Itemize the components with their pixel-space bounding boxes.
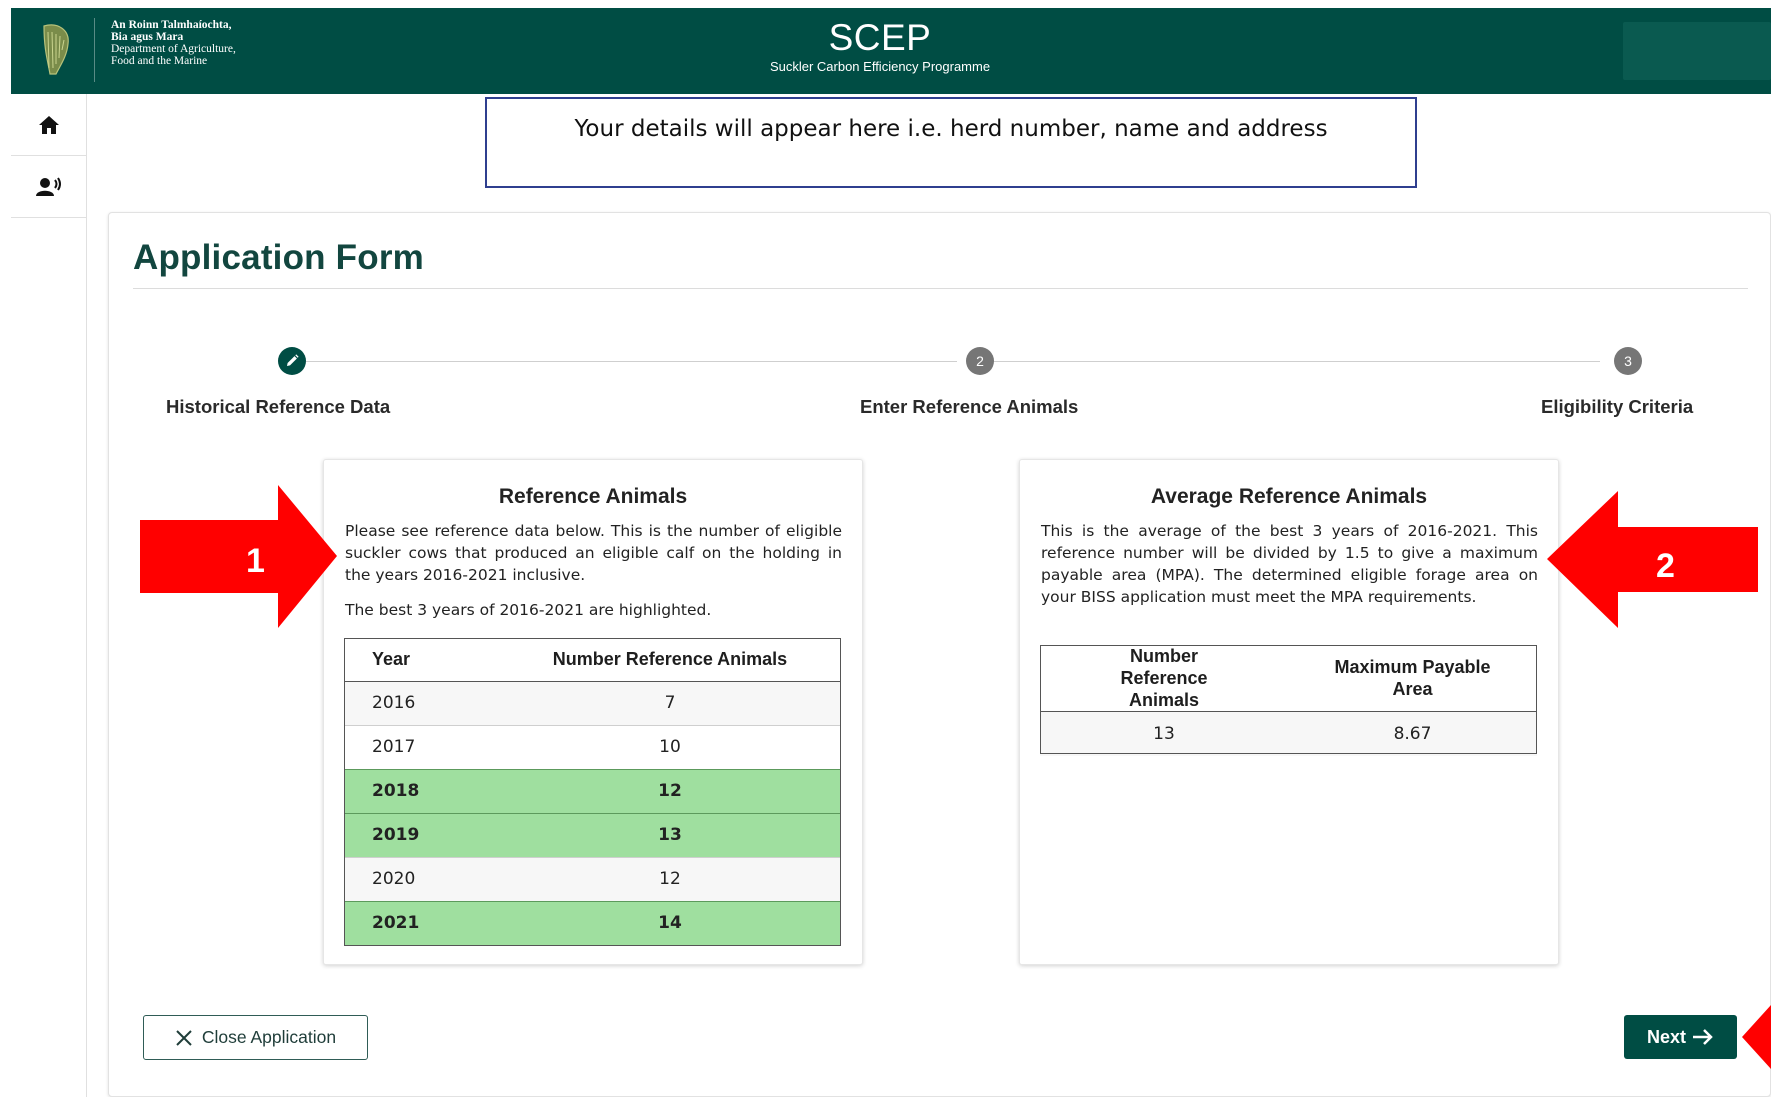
table-header-row: Year Number Reference Animals — [344, 638, 841, 682]
annotation-arrow-left — [1547, 491, 1758, 628]
table-row: 2020 12 — [344, 856, 841, 901]
annotation-arrow-partial — [1742, 1005, 1771, 1069]
column-header-year: Year — [344, 638, 499, 682]
value-cell: 13 — [499, 812, 841, 857]
speaking-person-icon — [35, 176, 61, 196]
app-title: SCEP — [828, 17, 932, 58]
app-subtitle: Suckler Carbon Efficiency Programme — [769, 59, 991, 74]
annotation-number-1: 1 — [246, 542, 265, 580]
next-button[interactable]: Next — [1624, 1015, 1737, 1059]
side-rail — [11, 94, 87, 1097]
arrow-right-icon — [1693, 1029, 1713, 1045]
close-button-label: Close Application — [201, 1027, 337, 1047]
year-cell: 2017 — [344, 724, 499, 769]
stepper-connector — [991, 361, 1600, 362]
step-2-marker[interactable]: 2 — [966, 347, 994, 375]
reference-panel-title: Reference Animals — [498, 485, 688, 508]
annotation-number-2: 2 — [1656, 547, 1675, 585]
column-header-mpa: Maximum Payable Area — [1288, 645, 1537, 712]
next-button-label: Next — [1646, 1026, 1686, 1047]
reference-panel-description: Please see reference data below. This is… — [345, 522, 842, 584]
app-header: An Roinn Talmhaíochta, Bia agus Mara Dep… — [11, 8, 1771, 94]
value-cell: 10 — [499, 724, 841, 769]
table-row-highlighted: 2018 12 — [344, 768, 841, 813]
value-cell: 7 — [499, 680, 841, 725]
average-panel-description: This is the average of the best 3 years … — [1041, 522, 1538, 606]
page-title: Application Form — [133, 238, 424, 277]
column-header-number: Number Reference Animals — [499, 638, 841, 682]
header-user-area[interactable] — [1623, 22, 1771, 80]
mpa-cell: 8.67 — [1288, 711, 1537, 756]
table-row-highlighted: 2021 14 — [344, 900, 841, 945]
home-icon — [38, 115, 59, 134]
step-3-marker[interactable]: 3 — [1614, 347, 1642, 375]
annotation-arrow-right — [140, 485, 337, 628]
close-application-button[interactable]: Close Application — [143, 1015, 368, 1060]
reference-animals-table: Year Number Reference Animals 2016 7 201… — [344, 638, 841, 945]
table-header-row: Number Reference Animals Maximum Payable… — [1040, 645, 1537, 712]
rail-home-button[interactable] — [11, 94, 86, 156]
year-cell: 2021 — [344, 900, 499, 945]
animals-cell: 13 — [1040, 711, 1288, 756]
rail-accessibility-button[interactable] — [11, 156, 86, 218]
column-header-animals: Number Reference Animals — [1040, 645, 1288, 712]
table-row: 13 8.67 — [1040, 711, 1537, 756]
close-icon — [176, 1029, 192, 1046]
applicant-details-placeholder: Your details will appear here i.e. herd … — [485, 97, 1417, 188]
year-cell: 2020 — [344, 856, 499, 901]
year-cell: 2019 — [344, 812, 499, 857]
value-cell: 12 — [499, 768, 841, 813]
year-cell: 2016 — [344, 680, 499, 725]
table-row: 2016 7 — [344, 680, 841, 725]
reference-panel-note: The best 3 years of 2016-2021 are highli… — [345, 601, 712, 619]
title-divider — [133, 288, 1748, 289]
table-row-highlighted: 2019 13 — [344, 812, 841, 857]
year-cell: 2018 — [344, 768, 499, 813]
stepper-connector — [306, 361, 957, 362]
value-cell: 14 — [499, 900, 841, 945]
table-row: 2017 10 — [344, 724, 841, 769]
step-2-label[interactable]: Enter Reference Animals — [860, 396, 1078, 418]
step-1-marker[interactable] — [278, 347, 306, 375]
average-panel-title: Average Reference Animals — [1150, 485, 1428, 508]
average-reference-table: Number Reference Animals Maximum Payable… — [1040, 645, 1537, 756]
step-3-label[interactable]: Eligibility Criteria — [1541, 396, 1693, 418]
step-1-label[interactable]: Historical Reference Data — [166, 396, 390, 418]
value-cell: 12 — [499, 856, 841, 901]
edit-icon — [287, 354, 299, 366]
details-notice-text: Your details will appear here i.e. herd … — [574, 116, 1328, 142]
